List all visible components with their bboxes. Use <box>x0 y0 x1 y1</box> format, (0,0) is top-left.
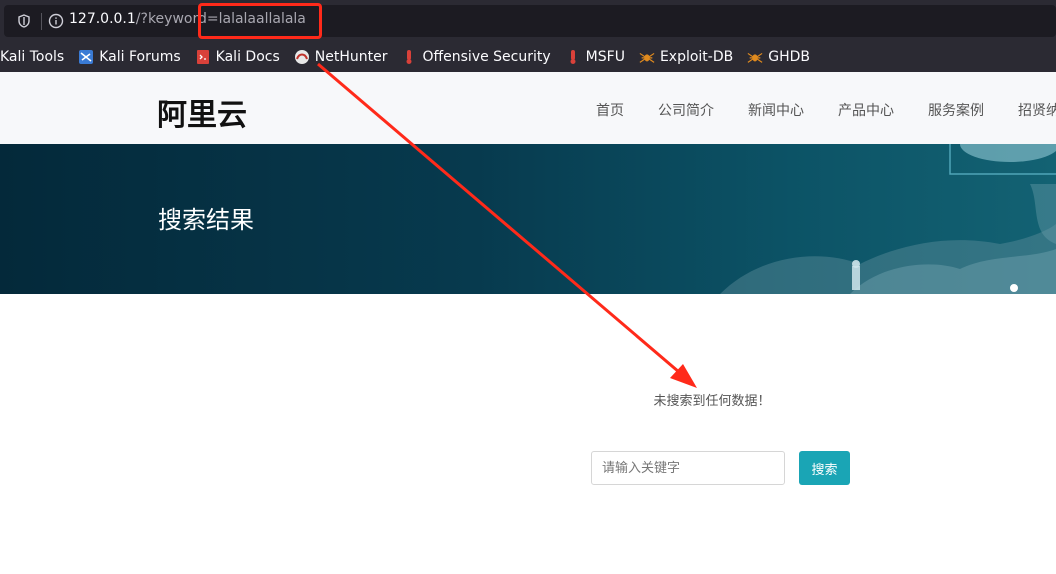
annotation-arrow <box>317 62 697 388</box>
